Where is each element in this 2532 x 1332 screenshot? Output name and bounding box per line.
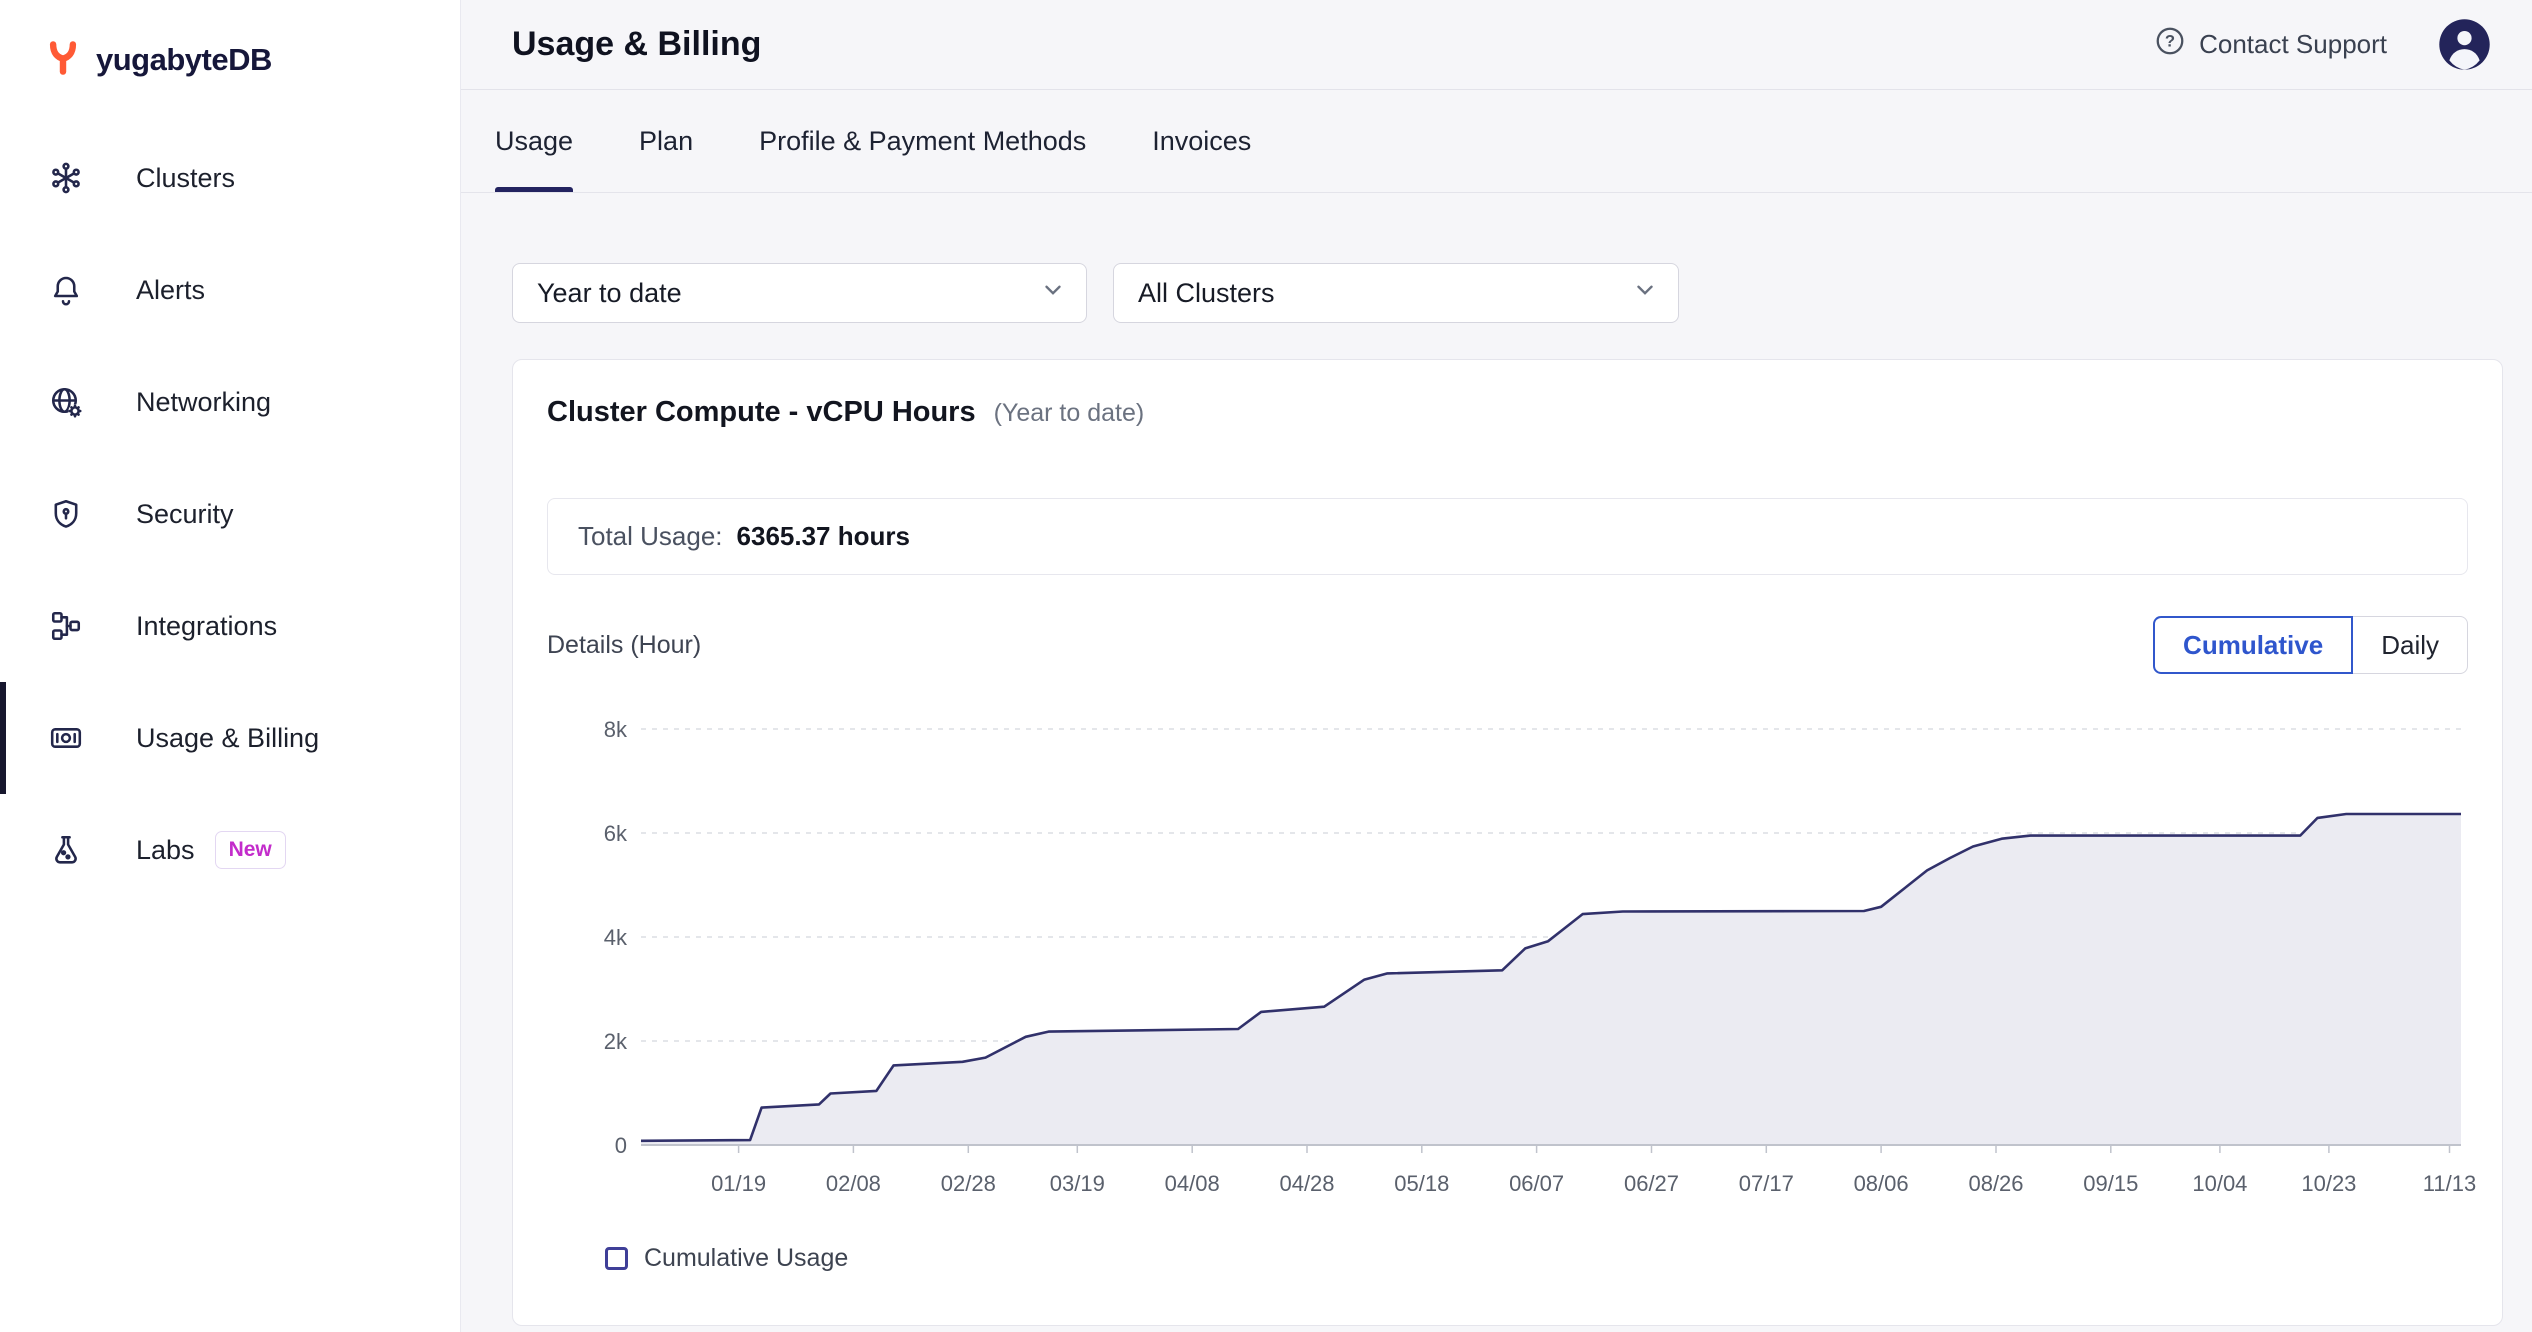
page-title: Usage & Billing [512, 25, 761, 64]
contact-support-button[interactable]: ? Contact Support [2154, 25, 2387, 64]
logo[interactable]: yugabyteDB [0, 0, 460, 110]
header-actions: ? Contact Support [2154, 17, 2492, 72]
sidebar-item-label: Usage & Billing [136, 723, 319, 754]
cumulative-toggle-button[interactable]: Cumulative [2153, 616, 2353, 674]
help-icon: ? [2154, 25, 2186, 64]
sidebar-item-label: Alerts [136, 275, 205, 306]
period-select-value: Year to date [537, 278, 682, 309]
x-axis-tick-label: 04/08 [1165, 1171, 1220, 1196]
period-select[interactable]: Year to date [512, 263, 1087, 323]
details-label: Details (Hour) [547, 631, 701, 660]
x-axis-tick-label: 08/06 [1854, 1171, 1909, 1196]
chevron-down-icon [1632, 277, 1658, 310]
x-axis-tick-label: 10/04 [2192, 1171, 2247, 1196]
x-axis-tick-label: 04/28 [1279, 1171, 1334, 1196]
x-axis-tick-label: 02/28 [941, 1171, 996, 1196]
y-axis-tick-label: 4k [604, 925, 628, 950]
page-header: Usage & Billing ? Contact Support [461, 0, 2532, 90]
legend-checkbox[interactable] [605, 1247, 628, 1270]
sidebar-item-clusters[interactable]: Clusters [0, 122, 460, 234]
x-axis-tick-label: 09/15 [2083, 1171, 2138, 1196]
bell-icon [48, 272, 84, 308]
details-row: Details (Hour) CumulativeDaily [547, 616, 2468, 674]
legend-label: Cumulative Usage [644, 1244, 848, 1273]
filters-row: Year to date All Clusters [512, 263, 2532, 323]
tab-invoices[interactable]: Invoices [1152, 90, 1251, 192]
x-axis-tick-label: 06/07 [1509, 1171, 1564, 1196]
sidebar: yugabyteDB Clusters Alerts Networking Secur… [0, 0, 461, 1332]
usage-card-header: Cluster Compute - vCPU Hours (Year to da… [513, 360, 2502, 429]
chart-legend: Cumulative Usage [605, 1244, 848, 1273]
avatar[interactable] [2437, 17, 2492, 72]
billing-icon [48, 720, 84, 756]
sidebar-item-alerts[interactable]: Alerts [0, 234, 460, 346]
view-toggle: CumulativeDaily [2153, 616, 2468, 674]
globe-gear-icon [48, 384, 84, 420]
tab-usage[interactable]: Usage [495, 90, 573, 192]
tab-plan[interactable]: Plan [639, 90, 693, 192]
cluster-select[interactable]: All Clusters [1113, 263, 1679, 323]
chevron-down-icon [1040, 277, 1066, 310]
x-axis-tick-label: 11/13 [2423, 1171, 2476, 1196]
brand-name: yugabyteDB [96, 42, 272, 78]
daily-toggle-button[interactable]: Daily [2353, 616, 2468, 674]
sidebar-item-label: Labs [136, 835, 195, 866]
y-axis-tick-label: 2k [604, 1029, 628, 1054]
usage-card-subtitle: (Year to date) [994, 399, 1145, 428]
total-usage-value: 6365.37 hours [737, 521, 910, 552]
integrations-icon [48, 608, 84, 644]
clusters-icon [48, 160, 84, 196]
contact-support-label: Contact Support [2199, 29, 2387, 60]
cumulative-area [641, 814, 2461, 1145]
usage-chart: 0 2k 4k 6k 8k 01/19 02/08 02/28 03/19 04/08 04/28 0… [561, 705, 2491, 1205]
sidebar-item-integrations[interactable]: Integrations [0, 570, 460, 682]
sidebar-item-label: Networking [136, 387, 271, 418]
new-badge: New [215, 831, 286, 869]
x-axis-tick-label: 01/19 [711, 1171, 766, 1196]
usage-card-title: Cluster Compute - vCPU Hours [547, 396, 976, 429]
sidebar-item-networking[interactable]: Networking [0, 346, 460, 458]
usage-card: Cluster Compute - vCPU Hours (Year to da… [512, 359, 2503, 1326]
cluster-select-value: All Clusters [1138, 278, 1275, 309]
y-axis-tick-label: 6k [604, 821, 628, 846]
x-axis-tick-label: 05/18 [1394, 1171, 1449, 1196]
x-axis-tick-label: 02/08 [826, 1171, 881, 1196]
total-usage-box: Total Usage: 6365.37 hours [547, 498, 2468, 575]
sidebar-item-security[interactable]: Security [0, 458, 460, 570]
sidebar-item-usage-billing[interactable]: Usage & Billing [0, 682, 460, 794]
main-area: Usage & Billing ? Contact Support [461, 0, 2532, 1326]
y-axis-tick-label: 0 [615, 1133, 627, 1158]
billing-tabs: Usage Plan Profile & Payment Methods Invoic… [461, 90, 2532, 193]
svg-text:?: ? [2165, 32, 2175, 51]
x-axis-tick-label: 07/17 [1739, 1171, 1794, 1196]
x-axis-tick-label: 03/19 [1050, 1171, 1105, 1196]
sidebar-item-label: Integrations [136, 611, 277, 642]
tab-profile-payment-methods[interactable]: Profile & Payment Methods [759, 90, 1086, 192]
sidebar-item-labs[interactable]: Labs New [0, 794, 460, 906]
total-usage-label: Total Usage: [578, 521, 723, 552]
y-axis-tick-label: 8k [604, 717, 628, 742]
x-axis-tick-label: 06/27 [1624, 1171, 1679, 1196]
shield-icon [48, 496, 84, 532]
x-axis-tick-label: 10/23 [2301, 1171, 2356, 1196]
sidebar-nav: Clusters Alerts Networking Security Integrat… [0, 122, 460, 906]
yugabytedb-logo-icon [42, 37, 84, 84]
x-axis-tick-label: 08/26 [1968, 1171, 2023, 1196]
sidebar-item-label: Clusters [136, 163, 235, 194]
sidebar-item-label: Security [136, 499, 234, 530]
flask-icon [48, 832, 84, 868]
